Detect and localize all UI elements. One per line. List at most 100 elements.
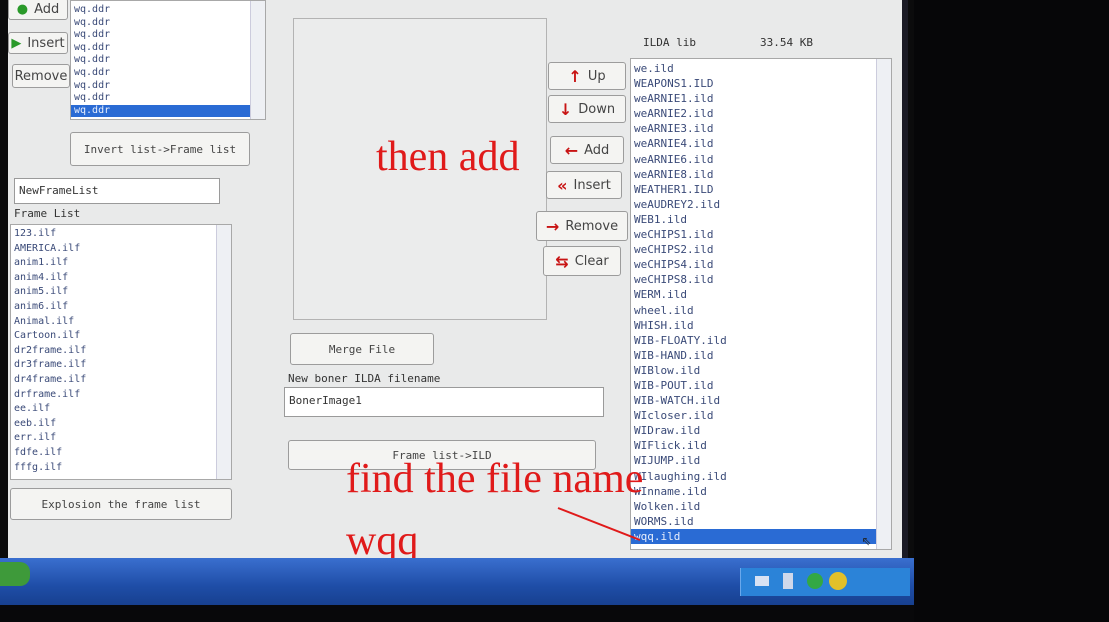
middle-insert-label: Insert	[573, 177, 611, 193]
frame-list-item[interactable]: 123.ilf	[11, 227, 231, 242]
explosion-frame-list-button[interactable]: Explosion the frame list	[10, 488, 232, 520]
frame-list-item[interactable]: AMERICA.ilf	[11, 242, 231, 257]
ilda-list-item[interactable]: WEATHER1.ILD	[631, 182, 891, 197]
frame-list-label: Frame List	[14, 207, 81, 220]
frame-list-item[interactable]: fdfe.ilf	[11, 446, 231, 461]
ilda-list-item[interactable]: WHISH.ild	[631, 318, 891, 333]
merge-file-label: Merge File	[328, 342, 396, 356]
ilda-list-scrollbar[interactable]	[876, 59, 891, 549]
annotation-then-add: then add	[376, 134, 520, 180]
source-list-item[interactable]: wq.ddr	[71, 42, 265, 55]
start-button[interactable]	[0, 562, 30, 586]
ilda-list-item[interactable]: WEB1.ild	[631, 212, 891, 227]
annotation-wqq: wqq	[346, 518, 419, 560]
invert-list-button[interactable]: Invert list->Frame list	[70, 132, 250, 166]
tray-shield-icon[interactable]	[829, 572, 847, 590]
down-button[interactable]: ↓ Down	[548, 95, 626, 123]
right-arrow-icon: →	[545, 216, 560, 236]
ilda-lib-size: 33.54 KB	[760, 36, 813, 49]
frame-list-item[interactable]: Animal.ilf	[11, 315, 231, 330]
frame-list-item[interactable]: dr4frame.ilf	[11, 373, 231, 388]
frame-list-scrollbar[interactable]	[216, 225, 231, 479]
merge-file-button[interactable]: Merge File	[290, 333, 434, 365]
middle-add-button[interactable]: ← Add	[550, 136, 624, 164]
middle-add-label: Add	[584, 142, 610, 158]
source-list-item[interactable]: wq.ddr	[71, 54, 265, 67]
ilda-list-item[interactable]: weAUDREY2.ild	[631, 197, 891, 212]
ilda-list-item[interactable]: weARNIE2.ild	[631, 106, 891, 121]
source-list-item[interactable]: wq.ddr	[71, 17, 265, 30]
frame-list-item[interactable]: anim4.ilf	[11, 271, 231, 286]
ilda-list-item[interactable]: WIJUMP.ild	[631, 453, 891, 468]
source-list-item[interactable]: wq.ddr	[71, 29, 265, 42]
source-list-item[interactable]: wq.ddr	[71, 4, 265, 17]
frame-list-item[interactable]: dr2frame.ilf	[11, 344, 231, 359]
annotation-pointer-line	[557, 507, 641, 541]
frame-list-item[interactable]: err.ilf	[11, 431, 231, 446]
ilda-list-item[interactable]: weARNIE3.ild	[631, 121, 891, 136]
ilda-list-item[interactable]: weCHIPS1.ild	[631, 227, 891, 242]
double-chevron-left-icon: «	[557, 175, 568, 195]
down-arrow-icon: ↓	[558, 99, 573, 119]
ilda-list-item[interactable]: WIB-HAND.ild	[631, 348, 891, 363]
up-button[interactable]: ↑ Up	[548, 62, 626, 90]
new-ilda-filename-field[interactable]: BonerImage1	[284, 387, 604, 417]
remove-button[interactable]: Remove	[12, 64, 70, 88]
ilda-list-item[interactable]: WIB-WATCH.ild	[631, 393, 891, 408]
ilda-list-item[interactable]: wqq.ild	[631, 528, 891, 544]
frame-list-item[interactable]: dr3frame.ilf	[11, 358, 231, 373]
tray-network-icon[interactable]	[755, 576, 769, 586]
ilda-list-item[interactable]: WIDraw.ild	[631, 423, 891, 438]
tray-device-icon[interactable]	[783, 573, 793, 589]
new-frame-list-field[interactable]: NewFrameList	[14, 178, 220, 204]
ilda-list-item[interactable]: WIBlow.ild	[631, 363, 891, 378]
frame-list[interactable]: 123.ilf AMERICA.ilf anim1.ilf anim4.ilf anim…	[10, 224, 232, 480]
source-list-item[interactable]: wq.ddr	[71, 104, 265, 118]
frame-list-item[interactable]: ee.ilf	[11, 402, 231, 417]
middle-insert-button[interactable]: « Insert	[546, 171, 622, 199]
ilda-list-item[interactable]: WInname.ild	[631, 484, 891, 499]
middle-remove-button[interactable]: → Remove	[536, 211, 628, 241]
ilda-list-item[interactable]: weARNIE6.ild	[631, 152, 891, 167]
ilda-list-item[interactable]: weCHIPS8.ild	[631, 272, 891, 287]
source-list-item[interactable]: wq.ddr	[71, 80, 265, 93]
source-list-item[interactable]: wq.ddr	[71, 67, 265, 80]
ilda-list-item[interactable]: WIB-POUT.ild	[631, 378, 891, 393]
add-button[interactable]: ● Add	[8, 0, 68, 20]
ilda-list-item[interactable]: we.ild	[631, 61, 891, 76]
ilda-list-item[interactable]: WORMS.ild	[631, 514, 891, 529]
ilda-list-item[interactable]: WIcloser.ild	[631, 408, 891, 423]
frame-list-item[interactable]: anim5.ilf	[11, 285, 231, 300]
clear-button[interactable]: ⇆ Clear	[543, 246, 621, 276]
ilda-list-item[interactable]: weARNIE1.ild	[631, 91, 891, 106]
ilda-list-item[interactable]: WIFlick.ild	[631, 438, 891, 453]
frame-list-item[interactable]: fffg.ilf	[11, 461, 231, 476]
ilda-list-item[interactable]: WIB-FLOATY.ild	[631, 333, 891, 348]
source-file-list[interactable]: wq.ddr wq.ddr wq.ddr wq.ddr wq.ddr wq.ddr wq.d…	[70, 0, 266, 120]
ilda-list-item[interactable]: WIlaughing.ild	[631, 469, 891, 484]
new-ilda-value: BonerImage1	[289, 394, 362, 407]
green-plus-icon: ●	[16, 1, 29, 17]
add-button-label: Add	[34, 1, 60, 17]
ilda-list-item[interactable]: WERM.ild	[631, 287, 891, 302]
ilda-file-list[interactable]: we.ild WEAPONS1.ILD weARNIE1.ild weARNIE2.i…	[630, 58, 892, 550]
frame-list-item[interactable]: drframe.ilf	[11, 388, 231, 403]
ilda-list-item[interactable]: weCHIPS2.ild	[631, 242, 891, 257]
ilda-list-item[interactable]: WEAPONS1.ILD	[631, 76, 891, 91]
remove-button-label: Remove	[14, 68, 68, 84]
tray-status-icon[interactable]	[807, 573, 823, 589]
frame-list-item[interactable]: anim6.ilf	[11, 300, 231, 315]
frame-list-item[interactable]: anim1.ilf	[11, 256, 231, 271]
frame-list-item[interactable]: Cartoon.ilf	[11, 329, 231, 344]
monitor-bottom-bezel	[0, 605, 914, 622]
source-list-item[interactable]: wq.ddr	[71, 92, 265, 105]
new-frame-list-value: NewFrameList	[19, 184, 99, 197]
ilda-list-item[interactable]: wheel.ild	[631, 303, 891, 318]
frame-list-item[interactable]: eeb.ilf	[11, 417, 231, 432]
ilda-list-item[interactable]: weARNIE8.ild	[631, 167, 891, 182]
ilda-list-item[interactable]: weCHIPS4.ild	[631, 257, 891, 272]
ilda-list-item[interactable]: weARNIE4.ild	[631, 136, 891, 151]
insert-button[interactable]: ▶ Insert	[8, 32, 68, 54]
source-list-scrollbar[interactable]	[250, 1, 265, 119]
ilda-list-item[interactable]: Wolken.ild	[631, 499, 891, 514]
